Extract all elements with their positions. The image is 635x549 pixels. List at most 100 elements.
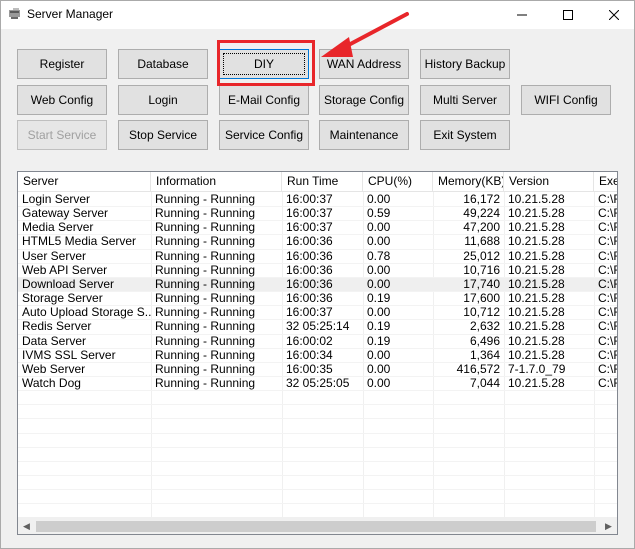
cell-run-time: 16:00:02 <box>286 333 333 348</box>
cell-run-time: 16:00:36 <box>286 234 333 249</box>
close-button[interactable] <box>591 1 635 29</box>
scroll-left-button[interactable]: ◀ <box>18 518 35 534</box>
minimize-button[interactable] <box>499 1 545 29</box>
cell-server: IVMS SSL Server <box>22 347 116 362</box>
cell-server: Media Server <box>22 220 94 235</box>
table-row[interactable]: User Server Running - Running 16:00:36 0.78… <box>18 248 617 263</box>
cell-information: Running - Running <box>155 319 256 334</box>
cell-memory: 2,632 <box>469 319 500 334</box>
cell-memory: 47,200 <box>463 220 500 235</box>
table-row[interactable]: Auto Upload Storage S... Running - Runnin… <box>18 305 617 320</box>
table-row[interactable]: IVMS SSL Server Running - Running 16:00:34… <box>18 347 617 362</box>
cell-information: Running - Running <box>155 375 256 390</box>
cell-information: Running - Running <box>155 333 256 348</box>
column-header-version[interactable]: Version <box>504 172 594 191</box>
window-title: Server Manager <box>27 7 114 21</box>
cell-memory: 17,740 <box>463 276 500 291</box>
maximize-button[interactable] <box>545 1 591 29</box>
cell-cpu: 0.00 <box>367 375 391 390</box>
grid-line <box>18 390 617 392</box>
maintenance-button[interactable]: Maintenance <box>319 120 409 150</box>
cell-server: Download Server <box>22 276 115 291</box>
cell-information: Running - Running <box>155 276 256 291</box>
cell-version: 10.21.5.28 <box>508 276 565 291</box>
cell-run-time: 32 05:25:14 <box>286 319 350 334</box>
service-config-button[interactable]: Service Config <box>219 120 309 150</box>
cell-run-time: 16:00:36 <box>286 262 333 277</box>
cell-exe: C:\F <box>598 361 617 376</box>
table-row[interactable]: Watch Dog Running - Running 32 05:25:05 0.0… <box>18 375 617 390</box>
cell-information: Running - Running <box>155 248 256 263</box>
column-header-run-time[interactable]: Run Time <box>282 172 363 191</box>
cell-exe: C:\F <box>598 234 617 249</box>
column-header-cpu[interactable]: CPU(%) <box>363 172 433 191</box>
table-row[interactable]: Storage Server Running - Running 16:00:36 0… <box>18 291 617 306</box>
title-bar[interactable]: Server Manager <box>1 1 634 29</box>
wifi-config-button[interactable]: WIFI Config <box>521 85 611 115</box>
grid-line <box>18 220 617 222</box>
email-config-button[interactable]: E-Mail Config <box>219 85 309 115</box>
register-button[interactable]: Register <box>17 49 107 79</box>
table-row[interactable]: Login Server Running - Running 16:00:37 0.0… <box>18 192 617 206</box>
web-config-button[interactable]: Web Config <box>17 85 107 115</box>
scroll-thumb[interactable] <box>36 521 596 532</box>
cell-information: Running - Running <box>155 192 256 206</box>
database-button[interactable]: Database <box>118 49 208 79</box>
cell-exe: C:\F <box>598 305 617 320</box>
grid-line <box>18 248 617 250</box>
server-list[interactable]: Server Information Run Time CPU(%) Memor… <box>17 171 618 535</box>
cell-version: 10.21.5.28 <box>508 319 565 334</box>
exit-system-button[interactable]: Exit System <box>420 120 510 150</box>
grid-line <box>18 432 617 434</box>
cell-server: Redis Server <box>22 319 92 334</box>
column-header-memory[interactable]: Memory(KB) <box>433 172 504 191</box>
history-backup-button[interactable]: History Backup <box>420 49 510 79</box>
diy-button[interactable]: DIY <box>219 49 309 79</box>
table-row[interactable]: Web API Server Running - Running 16:00:36 0… <box>18 262 617 277</box>
cell-exe: C:\F <box>598 192 617 206</box>
cell-server: Web Server <box>22 361 86 376</box>
storage-config-button[interactable]: Storage Config <box>319 85 409 115</box>
cell-memory: 17,600 <box>463 291 500 306</box>
cell-memory: 1,364 <box>469 347 500 362</box>
column-header-server[interactable]: Server <box>18 172 151 191</box>
table-row[interactable]: Web Server Running - Running 16:00:35 0.00 4… <box>18 361 617 376</box>
cell-server: Web API Server <box>22 262 108 277</box>
cell-run-time: 16:00:35 <box>286 361 333 376</box>
cell-version: 10.21.5.28 <box>508 305 565 320</box>
cell-cpu: 0.00 <box>367 361 391 376</box>
table-row[interactable]: Gateway Server Running - Running 16:00:37 0… <box>18 206 617 221</box>
horizontal-scrollbar[interactable]: ◀ ▶ <box>18 517 617 534</box>
server-manager-window: Server Manager Register Database DIY WAN… <box>0 0 635 549</box>
table-row[interactable]: HTML5 Media Server Running - Running 16:00… <box>18 234 617 249</box>
cell-cpu: 0.59 <box>367 206 391 221</box>
grid-line <box>18 475 617 476</box>
stop-service-button[interactable]: Stop Service <box>118 120 208 150</box>
table-row[interactable]: Download Server Running - Running 16:00:36… <box>18 276 617 291</box>
grid-line <box>18 333 617 335</box>
login-button[interactable]: Login <box>118 85 208 115</box>
cell-cpu: 0.00 <box>367 347 391 362</box>
grid-line <box>18 305 617 307</box>
column-header-exe[interactable]: Exe <box>594 172 617 191</box>
column-header-information[interactable]: Information <box>151 172 282 191</box>
close-icon <box>609 10 619 20</box>
cell-server: Data Server <box>22 333 87 348</box>
grid-line <box>18 460 617 462</box>
cell-exe: C:\F <box>598 319 617 334</box>
wan-address-button[interactable]: WAN Address <box>319 49 409 79</box>
multi-server-button[interactable]: Multi Server <box>420 85 510 115</box>
cell-exe: C:\F <box>598 206 617 221</box>
cell-information: Running - Running <box>155 220 256 235</box>
cell-server: Gateway Server <box>22 206 109 221</box>
scroll-right-button[interactable]: ▶ <box>600 518 617 534</box>
table-row[interactable]: Redis Server Running - Running 32 05:25:14… <box>18 319 617 334</box>
cell-information: Running - Running <box>155 361 256 376</box>
table-row[interactable]: Data Server Running - Running 16:00:02 0.19… <box>18 333 617 348</box>
cell-version: 10.21.5.28 <box>508 291 565 306</box>
grid-line <box>18 347 617 349</box>
table-row[interactable]: Media Server Running - Running 16:00:37 0.0… <box>18 220 617 235</box>
cell-run-time: 32 05:25:05 <box>286 375 350 390</box>
start-service-button: Start Service <box>17 120 107 150</box>
cell-server: Watch Dog <box>22 375 81 390</box>
